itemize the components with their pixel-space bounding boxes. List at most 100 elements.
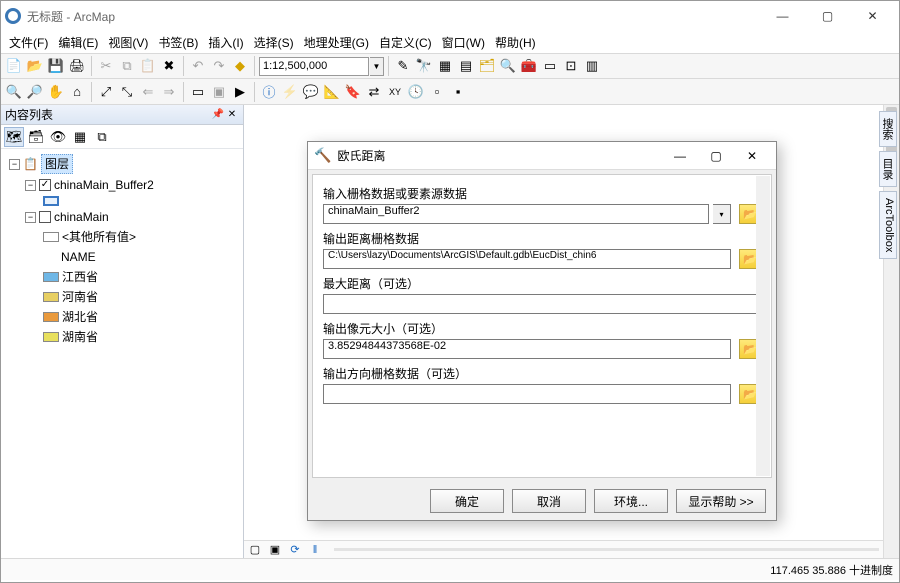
menu-selection[interactable]: 选择(S): [250, 32, 298, 53]
scale-input[interactable]: 1:12,500,000: [259, 57, 369, 76]
environments-button[interactable]: 环境...: [594, 489, 668, 513]
data-frame-node[interactable]: 图层: [41, 154, 73, 174]
data-view-icon[interactable]: ▢: [248, 543, 262, 557]
category-label[interactable]: 湖南省: [62, 328, 98, 346]
print-icon[interactable]: 🖨: [67, 56, 87, 76]
redo-icon[interactable]: ↷: [209, 56, 229, 76]
arctoolbox-icon[interactable]: 🧰: [519, 56, 539, 76]
menu-file[interactable]: 文件(F): [5, 32, 52, 53]
panel-pin-icon[interactable]: 📌: [211, 108, 225, 122]
delete-icon[interactable]: ✖: [159, 56, 179, 76]
zoom-out-icon[interactable]: 🔎: [25, 82, 45, 102]
category-label[interactable]: 湖北省: [62, 308, 98, 326]
symbol-swatch[interactable]: [43, 312, 59, 322]
find-tool-icon[interactable]: 🔖: [343, 82, 363, 102]
tab-search[interactable]: 搜索: [879, 111, 897, 147]
catalog-icon[interactable]: 🗂: [477, 56, 497, 76]
symbol-swatch[interactable]: [43, 272, 59, 282]
input-raster-dropdown[interactable]: ▾: [713, 204, 731, 224]
find-route-icon[interactable]: ⇄: [364, 82, 384, 102]
cut-icon[interactable]: ✂: [96, 56, 116, 76]
input-raster-field[interactable]: chinaMain_Buffer2: [323, 204, 709, 224]
dialog-vertical-scrollbar[interactable]: [756, 176, 770, 476]
dialog-titlebar[interactable]: 🔨 欧氏距离 — ▢ ✕: [308, 142, 776, 170]
new-icon[interactable]: 📄: [4, 56, 24, 76]
layer-tree[interactable]: −📋图层 −✓chinaMain_Buffer2 −chinaMain <其他所…: [1, 149, 243, 558]
goto-xy-icon[interactable]: XY: [385, 82, 405, 102]
table-icon[interactable]: ▦: [435, 56, 455, 76]
toc-icon[interactable]: ▤: [456, 56, 476, 76]
results-icon[interactable]: ▥: [582, 56, 602, 76]
dialog-maximize-button[interactable]: ▢: [698, 144, 734, 168]
symbol-swatch[interactable]: [43, 332, 59, 342]
tab-arctoolbox[interactable]: ArcToolbox: [879, 191, 897, 259]
time-slider-icon[interactable]: 🕓: [406, 82, 426, 102]
add-data-icon[interactable]: ◆: [230, 56, 250, 76]
list-by-visibility-icon[interactable]: 👁: [48, 127, 68, 147]
show-help-button[interactable]: 显示帮助 >>: [676, 489, 766, 513]
collapse-icon[interactable]: −: [9, 159, 20, 170]
undo-icon[interactable]: ↶: [188, 56, 208, 76]
symbol-swatch[interactable]: [43, 292, 59, 302]
python-icon[interactable]: ▭: [540, 56, 560, 76]
open-icon[interactable]: 📂: [25, 56, 45, 76]
list-by-selection-icon[interactable]: ▦: [70, 127, 90, 147]
search-icon[interactable]: 🔍: [498, 56, 518, 76]
editor-toolbar-icon[interactable]: ✎: [393, 56, 413, 76]
menu-geoprocessing[interactable]: 地理处理(G): [300, 32, 373, 53]
save-icon[interactable]: 💾: [46, 56, 66, 76]
zoom-in-icon[interactable]: 🔍: [4, 82, 24, 102]
pan-icon[interactable]: ✋: [46, 82, 66, 102]
tab-catalog[interactable]: 目录: [879, 151, 897, 187]
find-icon[interactable]: 🔭: [414, 56, 434, 76]
output-raster-field[interactable]: C:\Users\lazy\Documents\ArcGIS\Default.g…: [323, 249, 731, 269]
cancel-button[interactable]: 取消: [512, 489, 586, 513]
pause-drawing-icon[interactable]: ‖: [308, 543, 322, 557]
list-by-drawing-order-icon[interactable]: 🗺: [4, 127, 24, 147]
category-label[interactable]: 江西省: [62, 268, 98, 286]
viewer-icon[interactable]: ▪: [448, 82, 468, 102]
model-builder-icon[interactable]: ⊡: [561, 56, 581, 76]
create-viewer-icon[interactable]: ▫: [427, 82, 447, 102]
symbol-swatch[interactable]: [43, 232, 59, 242]
menu-view[interactable]: 视图(V): [104, 32, 152, 53]
next-extent-icon[interactable]: ⇒: [159, 82, 179, 102]
paste-icon[interactable]: 📋: [138, 56, 158, 76]
layer-checkbox[interactable]: [39, 211, 51, 223]
scale-dropdown-button[interactable]: ▼: [370, 57, 384, 76]
symbol-swatch[interactable]: [43, 196, 59, 206]
hyperlink-icon[interactable]: ⚡: [280, 82, 300, 102]
layout-view-icon[interactable]: ▣: [268, 543, 282, 557]
window-minimize-button[interactable]: —: [760, 2, 805, 30]
menu-edit[interactable]: 编辑(E): [54, 32, 102, 53]
select-elements-icon[interactable]: ▶: [230, 82, 250, 102]
layer-checkbox[interactable]: ✓: [39, 179, 51, 191]
fixed-zoom-out-icon[interactable]: ⤡: [117, 82, 137, 102]
prev-extent-icon[interactable]: ⇐: [138, 82, 158, 102]
collapse-icon[interactable]: −: [25, 212, 36, 223]
window-close-button[interactable]: ✕: [850, 2, 895, 30]
panel-close-icon[interactable]: ✕: [225, 108, 239, 122]
menu-customize[interactable]: 自定义(C): [375, 32, 436, 53]
menu-help[interactable]: 帮助(H): [491, 32, 540, 53]
layer-node[interactable]: chinaMain: [54, 208, 109, 226]
menu-window[interactable]: 窗口(W): [438, 32, 489, 53]
category-label[interactable]: 河南省: [62, 288, 98, 306]
full-extent-icon[interactable]: ⌂: [67, 82, 87, 102]
collapse-icon[interactable]: −: [25, 180, 36, 191]
layer-node[interactable]: chinaMain_Buffer2: [54, 176, 154, 194]
ok-button[interactable]: 确定: [430, 489, 504, 513]
output-direction-field[interactable]: [323, 384, 731, 404]
html-popup-icon[interactable]: 💬: [301, 82, 321, 102]
clear-selection-icon[interactable]: ▣: [209, 82, 229, 102]
measure-icon[interactable]: 📐: [322, 82, 342, 102]
select-features-icon[interactable]: ▭: [188, 82, 208, 102]
list-by-source-icon[interactable]: 🗃: [26, 127, 46, 147]
dialog-minimize-button[interactable]: —: [662, 144, 698, 168]
fixed-zoom-in-icon[interactable]: ⤢: [96, 82, 116, 102]
menu-bookmarks[interactable]: 书签(B): [154, 32, 202, 53]
menu-insert[interactable]: 插入(I): [204, 32, 247, 53]
options-icon[interactable]: ⧉: [92, 127, 112, 147]
max-distance-field[interactable]: [323, 294, 761, 314]
copy-icon[interactable]: ⧉: [117, 56, 137, 76]
